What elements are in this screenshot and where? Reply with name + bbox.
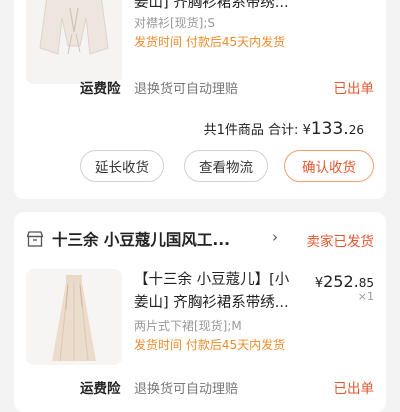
total-dec: 26 <box>348 123 364 137</box>
product-image[interactable] <box>26 269 122 365</box>
order-card-1: 姜山] 齐胸衫裙系带绣... 对襟衫[现货];S 发货时间 付款后45天内发货 … <box>14 0 386 199</box>
price-currency: ¥ <box>314 276 324 291</box>
confirm-receipt-button[interactable]: 确认收货 <box>284 150 374 182</box>
order-card-2: 十三余 小豆蔻儿国风工... › 卖家已发货 【十三余 小豆蔻儿】[小 姜山] … <box>14 212 386 412</box>
view-logistics-button[interactable]: 查看物流 <box>184 150 268 182</box>
insurance-status: 已出单 <box>333 381 375 397</box>
ship-time: 发货时间 付款后45天内发货 <box>134 338 286 352</box>
insurance-label: 运费险 <box>80 381 121 397</box>
order-summary: 共1件商品 合计: ¥133.26 <box>204 119 364 139</box>
insurance-desc: 退换货可自动理赔 <box>134 382 239 397</box>
insurance-desc: 退换货可自动理赔 <box>134 82 239 97</box>
order-status: 卖家已发货 <box>306 234 375 250</box>
insurance-label: 运费险 <box>80 81 121 97</box>
summary-prefix: 共1件商品 合计: <box>203 123 299 138</box>
shop-header[interactable]: 十三余 小豆蔻儿国风工... › 卖家已发货 <box>14 212 386 268</box>
product-image[interactable] <box>26 0 122 84</box>
product-title[interactable]: 姜山] 齐胸衫裙系带绣... <box>134 0 289 14</box>
product-quantity: ×1 <box>357 290 374 303</box>
ship-time: 发货时间 付款后45天内发货 <box>134 35 286 49</box>
total-currency: ¥ <box>302 123 311 138</box>
price-int: 252. <box>323 272 359 291</box>
total-int: 133. <box>310 119 349 139</box>
shop-name[interactable]: 十三余 小豆蔻儿国风工... <box>52 228 230 250</box>
product-spec: 两片式下裙[现货];M <box>134 319 242 333</box>
product-spec: 对襟衫[现货];S <box>134 16 216 30</box>
product-title-line-2[interactable]: 姜山] 齐胸衫裙系带绣... <box>134 292 289 314</box>
shop-icon <box>26 231 44 247</box>
insurance-status: 已出单 <box>333 81 375 97</box>
product-price: ¥252.85 <box>315 272 374 291</box>
extend-receipt-button[interactable]: 延长收货 <box>80 150 164 182</box>
chevron-right-icon[interactable]: › <box>272 228 278 246</box>
product-title-line-1[interactable]: 【十三余 小豆蔻儿】[小 <box>134 269 289 291</box>
price-dec: 85 <box>358 276 374 290</box>
